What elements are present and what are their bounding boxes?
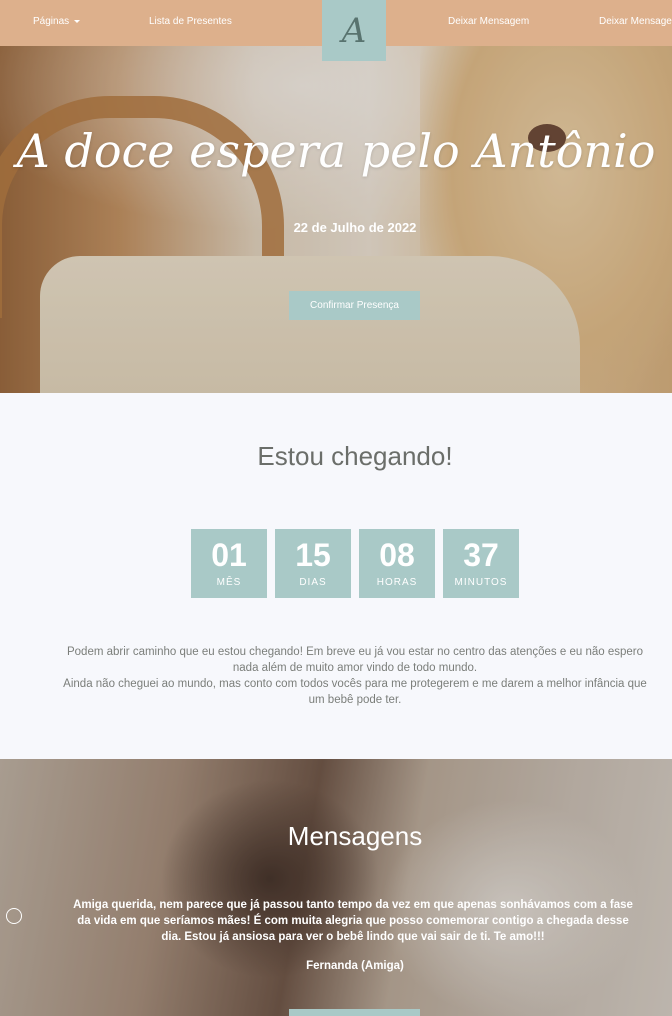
nav-leave-message-link-2[interactable]: Deixar Mensagem — [599, 16, 672, 27]
nav-gift-list-link[interactable]: Lista de Presentes — [149, 16, 232, 27]
confirm-presence-button[interactable]: Confirmar Presença — [289, 291, 420, 320]
messages-overlay — [0, 759, 672, 1016]
countdown-months-value: 01 — [211, 537, 247, 573]
nav-pages-label: Páginas — [33, 16, 70, 27]
countdown-minutes-value: 37 — [463, 537, 499, 573]
countdown-months-label: MÊS — [216, 577, 242, 588]
countdown-paragraph-1: Podem abrir caminho que eu estou chegand… — [66, 646, 643, 674]
message-author: Fernanda (Amiga) — [306, 960, 404, 972]
countdown-minutes-label: MINUTOS — [454, 577, 508, 588]
countdown-days-box: 15 DIAS — [275, 529, 351, 598]
hero-title: A doce espera pelo Antônio — [16, 124, 656, 178]
countdown-description: Podem abrir caminho que eu estou chegand… — [60, 644, 650, 708]
message-text: Amiga querida, nem parece que já passou … — [73, 899, 633, 943]
countdown-hours-value: 08 — [379, 537, 415, 573]
countdown-days-value: 15 — [295, 537, 331, 573]
countdown-title: Estou chegando! — [257, 441, 453, 471]
messages-action-button[interactable] — [289, 1009, 420, 1016]
hero-date: 22 de Julho de 2022 — [293, 220, 417, 235]
countdown-section: Estou chegando! 01 MÊS 15 DIAS 08 HORAS … — [0, 393, 672, 759]
messages-section: Mensagens Amiga querida, nem parece que … — [0, 759, 672, 1016]
chevron-down-icon — [74, 19, 81, 23]
carousel-prev-icon[interactable] — [6, 908, 22, 924]
countdown-hours-label: HORAS — [376, 577, 418, 588]
site-logo[interactable]: A — [322, 0, 386, 61]
nav-pages-dropdown[interactable]: Páginas — [33, 16, 81, 27]
countdown-paragraph-2: Ainda não cheguei ao mundo, mas conto co… — [63, 678, 647, 706]
countdown-months-box: 01 MÊS — [191, 529, 267, 598]
countdown-hours-box: 08 HORAS — [359, 529, 435, 598]
messages-title: Mensagens — [287, 821, 423, 851]
nav-leave-message-link[interactable]: Deixar Mensagem — [448, 16, 529, 27]
countdown-minutes-box: 37 MINUTOS — [443, 529, 519, 598]
logo-letter: A — [341, 10, 367, 51]
countdown-days-label: DIAS — [299, 577, 327, 588]
